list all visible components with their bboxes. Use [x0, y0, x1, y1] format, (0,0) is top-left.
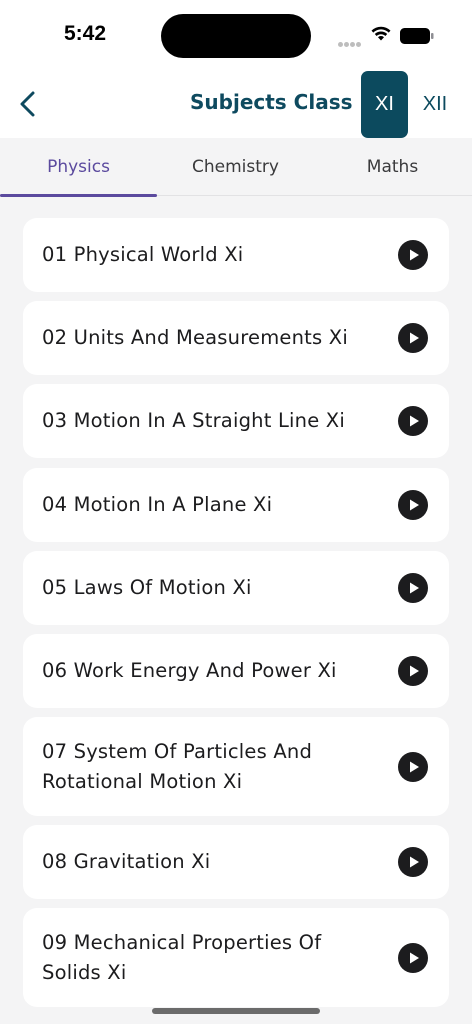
class-xii-button[interactable]: XII [414, 71, 456, 138]
chapter-title: 08 Gravitation Xi [42, 850, 211, 873]
list-item[interactable]: 07 System Of Particles And Rotational Mo… [23, 717, 449, 816]
play-circle-icon[interactable] [398, 490, 428, 520]
page-title: Subjects Class [190, 90, 353, 114]
list-item[interactable]: 04 Motion In A Plane Xi [23, 468, 449, 542]
play-circle-icon[interactable] [398, 240, 428, 270]
tab-physics[interactable]: Physics [0, 138, 157, 197]
dynamic-island [161, 14, 311, 58]
tab-chemistry[interactable]: Chemistry [157, 138, 314, 196]
class-xi-button[interactable]: XI [361, 71, 408, 138]
chapter-title: 05 Laws Of Motion Xi [42, 576, 252, 599]
play-circle-icon[interactable] [398, 942, 428, 973]
play-circle-icon[interactable] [398, 751, 428, 782]
chapter-title: 04 Motion In A Plane Xi [42, 493, 273, 516]
list-item[interactable]: 06 Work Energy And Power Xi [23, 634, 449, 708]
battery-icon [400, 28, 434, 44]
play-circle-icon[interactable] [398, 656, 428, 686]
back-button[interactable] [10, 84, 46, 124]
play-circle-icon[interactable] [398, 573, 428, 603]
play-circle-icon[interactable] [398, 847, 428, 877]
list-item[interactable]: 03 Motion In A Straight Line Xi [23, 384, 449, 458]
active-tab-indicator [0, 194, 157, 197]
tab-label: Maths [366, 157, 419, 177]
status-icons [338, 24, 438, 47]
cellular-signal-icon [338, 32, 362, 51]
chapter-title: 02 Units And Measurements Xi [42, 326, 348, 349]
status-time: 5:42 [64, 22, 107, 45]
list-item[interactable]: 09 Mechanical Properties Of Solids Xi [23, 908, 449, 1007]
chevron-left-icon [20, 91, 35, 117]
home-indicator [152, 1008, 320, 1014]
list-item[interactable]: 08 Gravitation Xi [23, 825, 449, 899]
chapter-title: 09 Mechanical Properties Of Solids Xi [42, 930, 322, 984]
play-circle-icon[interactable] [398, 406, 428, 436]
chapter-title: 06 Work Energy And Power Xi [42, 659, 337, 682]
tab-label: Physics [47, 157, 110, 177]
tab-label: Chemistry [192, 157, 279, 177]
chapter-title: 07 System Of Particles And Rotational Mo… [42, 739, 313, 793]
play-circle-icon[interactable] [398, 323, 428, 353]
subject-tabs: Physics Chemistry Maths [0, 138, 472, 197]
list-item[interactable]: 01 Physical World Xi [23, 218, 449, 292]
list-item[interactable]: 05 Laws Of Motion Xi [23, 551, 449, 625]
status-bar: 5:42 [0, 0, 472, 70]
chapter-title: 01 Physical World Xi [42, 243, 244, 266]
header: Subjects Class XI XII [0, 70, 472, 138]
list-item[interactable]: 02 Units And Measurements Xi [23, 301, 449, 375]
wifi-icon [371, 26, 391, 41]
tab-maths[interactable]: Maths [314, 138, 471, 196]
chapter-title: 03 Motion In A Straight Line Xi [42, 409, 345, 432]
